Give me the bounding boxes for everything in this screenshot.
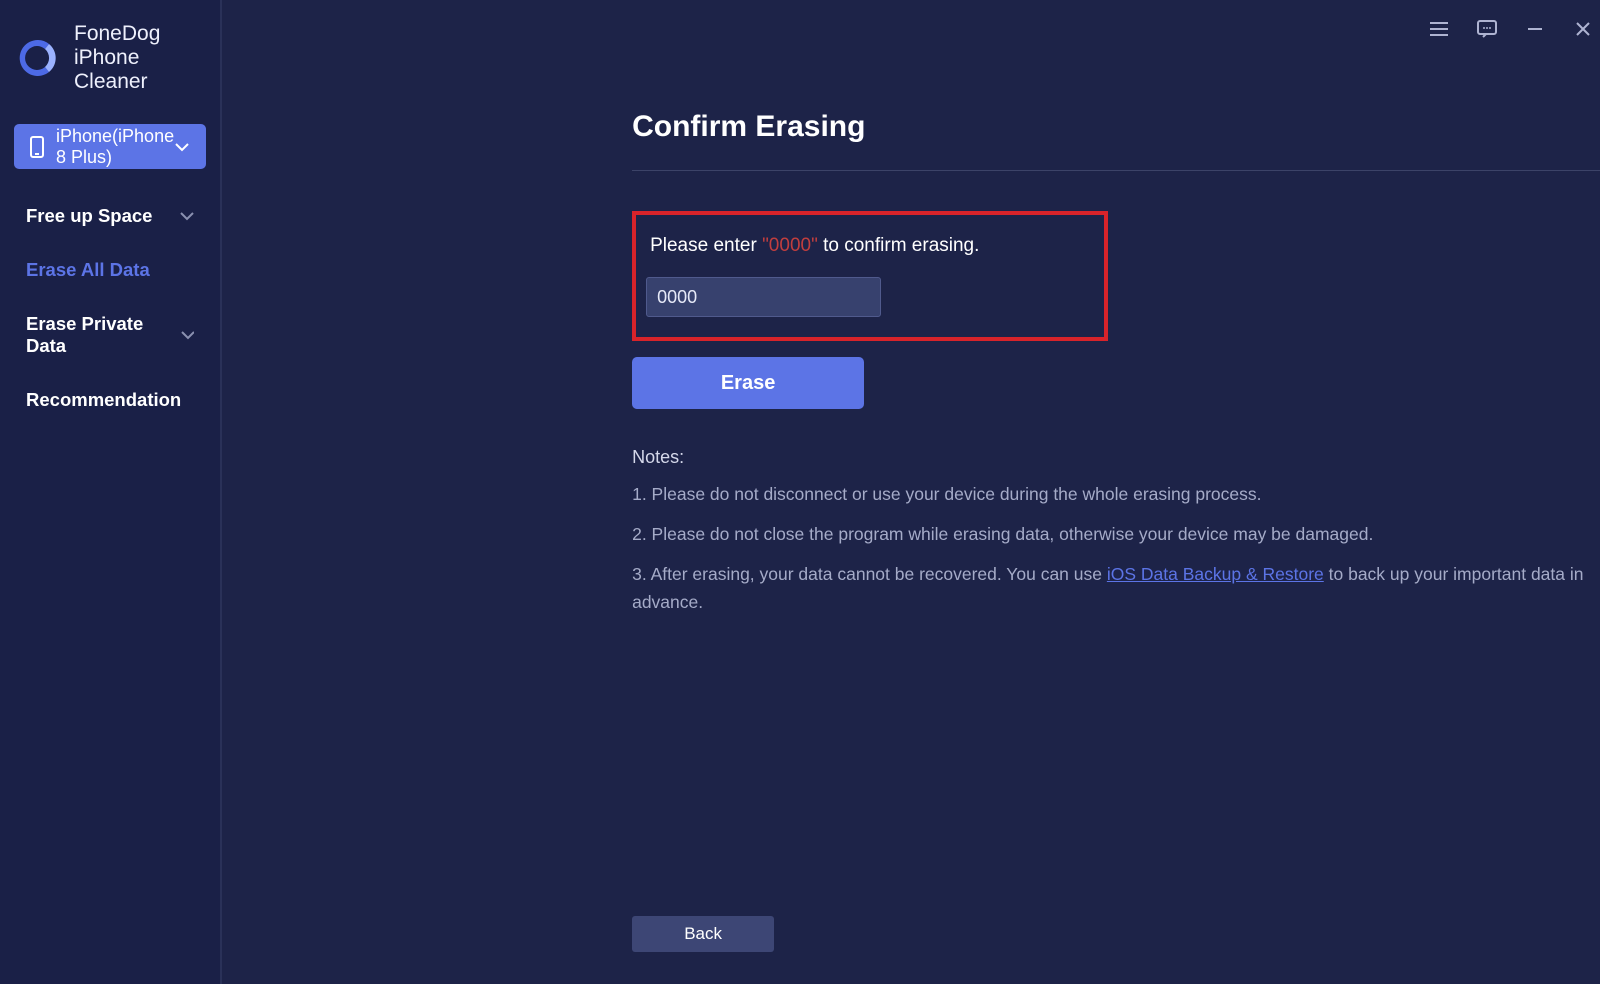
notes-heading: Notes:	[632, 447, 1600, 468]
confirm-highlight-box: Please enter "0000" to confirm erasing.	[632, 211, 1108, 341]
phone-icon	[30, 136, 44, 158]
backup-restore-link[interactable]: iOS Data Backup & Restore	[1107, 564, 1324, 584]
brand-block: FoneDog iPhone Cleaner	[0, 0, 220, 124]
prompt-pre: Please enter	[650, 235, 762, 256]
note-1: 1. Please do not disconnect or use your …	[632, 480, 1592, 508]
window-controls	[1428, 18, 1594, 40]
brand-title: FoneDog iPhone Cleaner	[74, 22, 204, 94]
sidebar-label: Recommendation	[26, 389, 181, 411]
divider	[632, 170, 1600, 171]
device-label: iPhone(iPhone 8 Plus)	[56, 126, 174, 168]
erase-button[interactable]: Erase	[632, 357, 864, 409]
menu-icon[interactable]	[1428, 18, 1450, 40]
page-title: Confirm Erasing	[632, 110, 1600, 144]
chevron-down-icon	[180, 211, 194, 221]
sidebar-label: Erase All Data	[26, 259, 150, 281]
sidebar-label: Erase Private Data	[26, 313, 181, 357]
back-button[interactable]: Back	[632, 916, 774, 952]
sidebar-item-erase-all[interactable]: Erase All Data	[0, 243, 220, 297]
feedback-icon[interactable]	[1476, 18, 1498, 40]
sidebar-item-freeup[interactable]: Free up Space	[0, 189, 220, 243]
prompt-post: to confirm erasing.	[818, 235, 980, 256]
chevron-down-icon	[181, 330, 194, 340]
chevron-down-icon	[174, 141, 190, 153]
device-selector[interactable]: iPhone(iPhone 8 Plus)	[14, 124, 206, 169]
sidebar: FoneDog iPhone Cleaner iPhone(iPhone 8 P…	[0, 0, 222, 984]
sidebar-label: Free up Space	[26, 205, 152, 227]
main-panel: Confirm Erasing Please enter "0000" to c…	[222, 0, 1600, 984]
confirm-code-input[interactable]	[646, 277, 881, 317]
note-3a: 3. After erasing, your data cannot be re…	[632, 564, 1107, 584]
confirm-prompt: Please enter "0000" to confirm erasing.	[650, 235, 1094, 257]
minimize-icon[interactable]	[1524, 18, 1546, 40]
sidebar-item-erase-private[interactable]: Erase Private Data	[0, 297, 220, 373]
brand-logo-icon	[16, 36, 60, 80]
note-2: 2. Please do not close the program while…	[632, 520, 1592, 548]
prompt-code: "0000"	[762, 235, 818, 256]
close-icon[interactable]	[1572, 18, 1594, 40]
note-3: 3. After erasing, your data cannot be re…	[632, 560, 1592, 616]
sidebar-item-recommendation[interactable]: Recommendation	[0, 373, 220, 427]
